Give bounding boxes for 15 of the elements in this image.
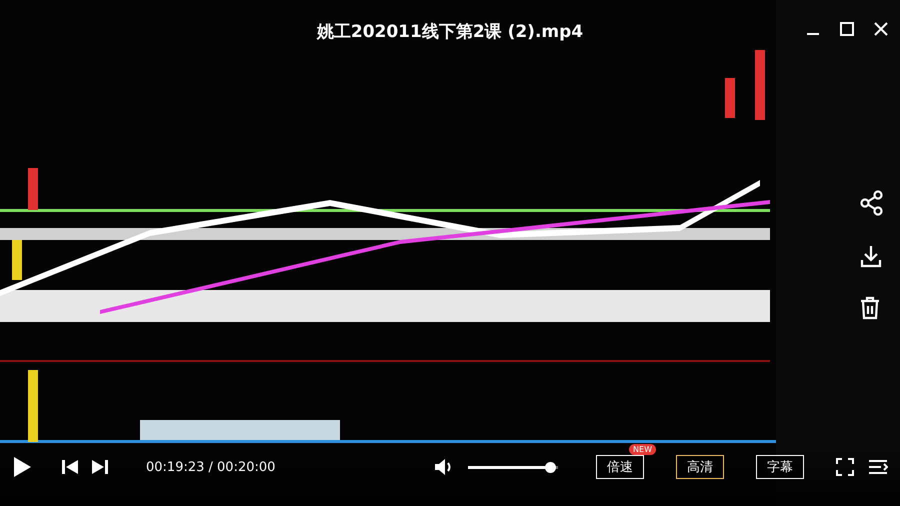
video-title: 姚工202011线下第2课 (2).mp4 <box>316 20 584 42</box>
fullscreen-icon[interactable] <box>836 458 854 476</box>
next-icon[interactable] <box>92 460 108 474</box>
subtitle-button[interactable]: 字幕 <box>756 455 804 479</box>
maximize-icon[interactable] <box>840 22 854 36</box>
play-icon[interactable] <box>12 456 32 478</box>
download-icon[interactable] <box>860 244 884 268</box>
playback-time: 00:19:23 / 00:20:00 <box>146 460 276 474</box>
speed-button[interactable]: 倍速 <box>596 455 644 479</box>
previous-icon[interactable] <box>62 460 78 474</box>
new-badge: NEW <box>629 444 656 455</box>
quality-button[interactable]: 高清 <box>676 455 724 479</box>
share-icon[interactable] <box>860 190 884 216</box>
close-icon[interactable] <box>874 22 888 36</box>
playlist-icon[interactable] <box>868 459 888 475</box>
